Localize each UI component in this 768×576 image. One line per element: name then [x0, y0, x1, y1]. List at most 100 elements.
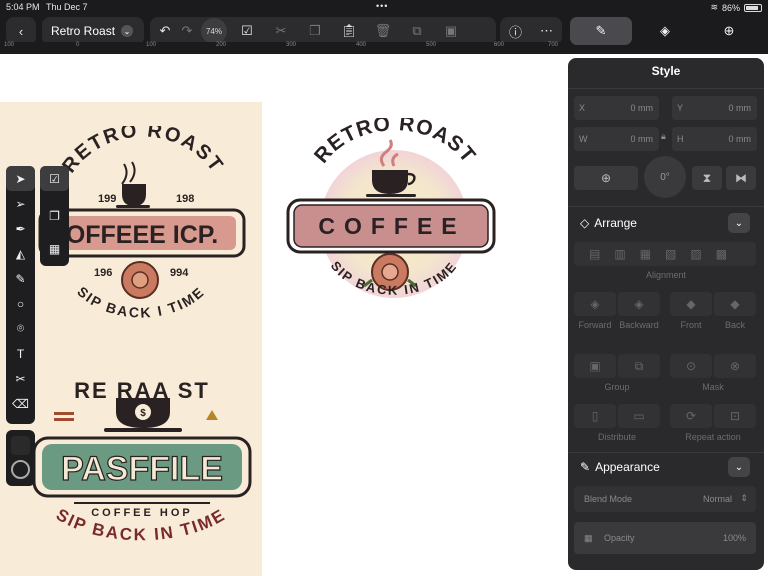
forward-button[interactable]: ◈	[574, 292, 616, 316]
y-field[interactable]: Y 0 mm	[672, 96, 757, 120]
repeat-button[interactable]: ⟳	[670, 404, 712, 428]
ungroup-icon: ⧉	[634, 358, 644, 373]
h-value: 0 mm	[728, 134, 752, 144]
ornament-left	[54, 412, 74, 415]
w-field[interactable]: W 0 mm	[574, 127, 659, 151]
node-tool-icon[interactable]: ◭	[6, 241, 35, 266]
ruler-label: 0	[76, 42, 80, 48]
scissors-tool-icon[interactable]: ✂	[6, 366, 35, 391]
wifi-icon: ≋	[710, 2, 718, 12]
distribute-v-icon: ▭	[633, 409, 645, 423]
checker-icon: ▦	[584, 533, 593, 543]
chevron-down-icon: ⌄	[734, 217, 744, 229]
back-button-arrange[interactable]: ◆	[714, 292, 756, 316]
tab-add[interactable]: ⊕	[698, 17, 760, 45]
trash-icon[interactable]: 🗑︎	[372, 20, 394, 42]
blend-mode-select[interactable]: Blend Mode Normal ⇕	[574, 486, 756, 512]
x-field[interactable]: X 0 mm	[574, 96, 659, 120]
stroke-swatch[interactable]	[11, 460, 30, 479]
tab-layers[interactable]: ◈	[634, 17, 696, 45]
backward-label: Backward	[619, 320, 659, 330]
opacity-slider[interactable]: ▦ Opacity 100%	[574, 522, 756, 554]
back-button[interactable]: ‹	[6, 17, 36, 45]
zoom-indicator[interactable]: 74%	[201, 18, 227, 44]
appearance-title: Appearance	[595, 460, 660, 474]
lasso-tool-icon[interactable]: ⌾	[6, 316, 35, 341]
eraser-tool-icon[interactable]: ⌫	[6, 391, 35, 416]
rose-center	[131, 271, 149, 289]
logo1-year-right: 198	[176, 193, 194, 205]
color-well[interactable]	[6, 430, 35, 486]
paste-icon[interactable]: 📋︎	[338, 20, 360, 42]
group-icon[interactable]: ▣	[440, 20, 462, 42]
arrange-title: Arrange	[594, 216, 637, 230]
context-tool-palette: ☑ ❐ ▦	[40, 166, 69, 266]
mask-button[interactable]: ⊙	[670, 354, 712, 378]
distribute-v-button[interactable]: ▭	[618, 404, 660, 428]
blend-label: Blend Mode	[584, 494, 633, 504]
ruler-label: 500	[426, 42, 437, 48]
direct-select-tool-icon[interactable]: ➢	[6, 191, 35, 216]
help-icon[interactable]: ⓘ	[505, 20, 527, 42]
select-icon[interactable]: ☑	[236, 20, 258, 42]
artboard-logo-2[interactable]: RE RAA ST $ PASFFILE COFFEE HOP SIP BACK…	[0, 368, 262, 568]
alignment-buttons[interactable]: ▤▥▦▧▨▩	[574, 242, 756, 266]
undo-icon[interactable]: ↶	[154, 20, 176, 42]
steam-icon	[121, 161, 136, 185]
arrange-collapse-button[interactable]: ⌄	[728, 213, 750, 233]
cut-icon[interactable]: ✂	[270, 20, 292, 42]
logo1-year-left: 199	[98, 193, 116, 205]
document-icon[interactable]: ❐	[40, 203, 69, 228]
duplicate-icon[interactable]: ⧉	[406, 20, 428, 42]
flip-horizontal-button[interactable]: ⧗	[692, 166, 722, 190]
logo1-banner-text: OFFEEE ICP.	[66, 221, 218, 249]
clipboard-check-icon[interactable]: ☑	[40, 166, 69, 191]
brush-icon: ✎	[595, 23, 607, 38]
shape-tool-icon[interactable]: ○	[6, 291, 35, 316]
more-icon[interactable]: ⋯	[536, 20, 558, 42]
image-frame-icon[interactable]: ▦	[40, 236, 69, 261]
cup-icon	[372, 170, 408, 194]
battery-icon	[744, 3, 762, 12]
backward-button[interactable]: ◈	[618, 292, 660, 316]
plus-circle-icon: ⊕	[600, 171, 612, 185]
distribute-h-button[interactable]: ▯	[574, 404, 616, 428]
select-tool-icon[interactable]: ➤	[6, 166, 35, 191]
lock-icon[interactable]: 🔒︎	[661, 131, 666, 142]
copy-icon[interactable]: ❐	[304, 20, 326, 42]
flip-vertical-button[interactable]: ⧓	[726, 166, 756, 190]
panel-title: Style	[651, 64, 681, 78]
main-logo[interactable]: RETRO ROAST COFFEE SIP BACK IN TIME	[280, 118, 506, 330]
repeat-step-button[interactable]: ⊡	[714, 404, 756, 428]
front-button[interactable]: ◆	[670, 292, 712, 316]
flip-vertical-icon: ⧓	[735, 171, 747, 185]
text-tool-icon[interactable]: T	[6, 341, 35, 366]
rotation-dial[interactable]: 0°	[644, 156, 686, 198]
ungroup-button[interactable]: ⧉	[618, 354, 660, 378]
group-button[interactable]: ▣	[574, 354, 616, 378]
saucer	[104, 428, 182, 432]
fill-swatch[interactable]	[11, 436, 30, 455]
mask-label: Mask	[702, 382, 724, 392]
document-title-button[interactable]: Retro Roast ⌄	[42, 17, 144, 45]
updown-chevron-icon: ⇕	[740, 493, 748, 503]
logo1-year-left2: 196	[94, 267, 112, 279]
appearance-collapse-button[interactable]: ⌄	[728, 457, 750, 477]
brush-tool-icon[interactable]: ✎	[6, 266, 35, 291]
back-label: Back	[724, 320, 745, 330]
add-point-button[interactable]: ⊕	[574, 166, 638, 190]
tab-style[interactable]: ✎	[570, 17, 632, 45]
pen-tool-icon[interactable]: ✒	[6, 216, 35, 241]
layers-icon: ◈	[660, 23, 670, 38]
blend-value: Normal	[702, 494, 732, 504]
multitask-dots-icon[interactable]: •••	[376, 1, 388, 11]
front-icon: ◆	[686, 297, 696, 311]
arrange-header: ◇ Arrange	[580, 216, 637, 230]
h-field[interactable]: H 0 mm	[672, 127, 757, 151]
main-banner-text: COFFEE	[318, 213, 465, 239]
unmask-button[interactable]: ⊗	[714, 354, 756, 378]
y-label: Y	[677, 103, 684, 113]
arrange-icon: ◇	[580, 216, 590, 230]
redo-icon[interactable]: ↷	[176, 20, 198, 42]
x-label: X	[579, 103, 586, 113]
